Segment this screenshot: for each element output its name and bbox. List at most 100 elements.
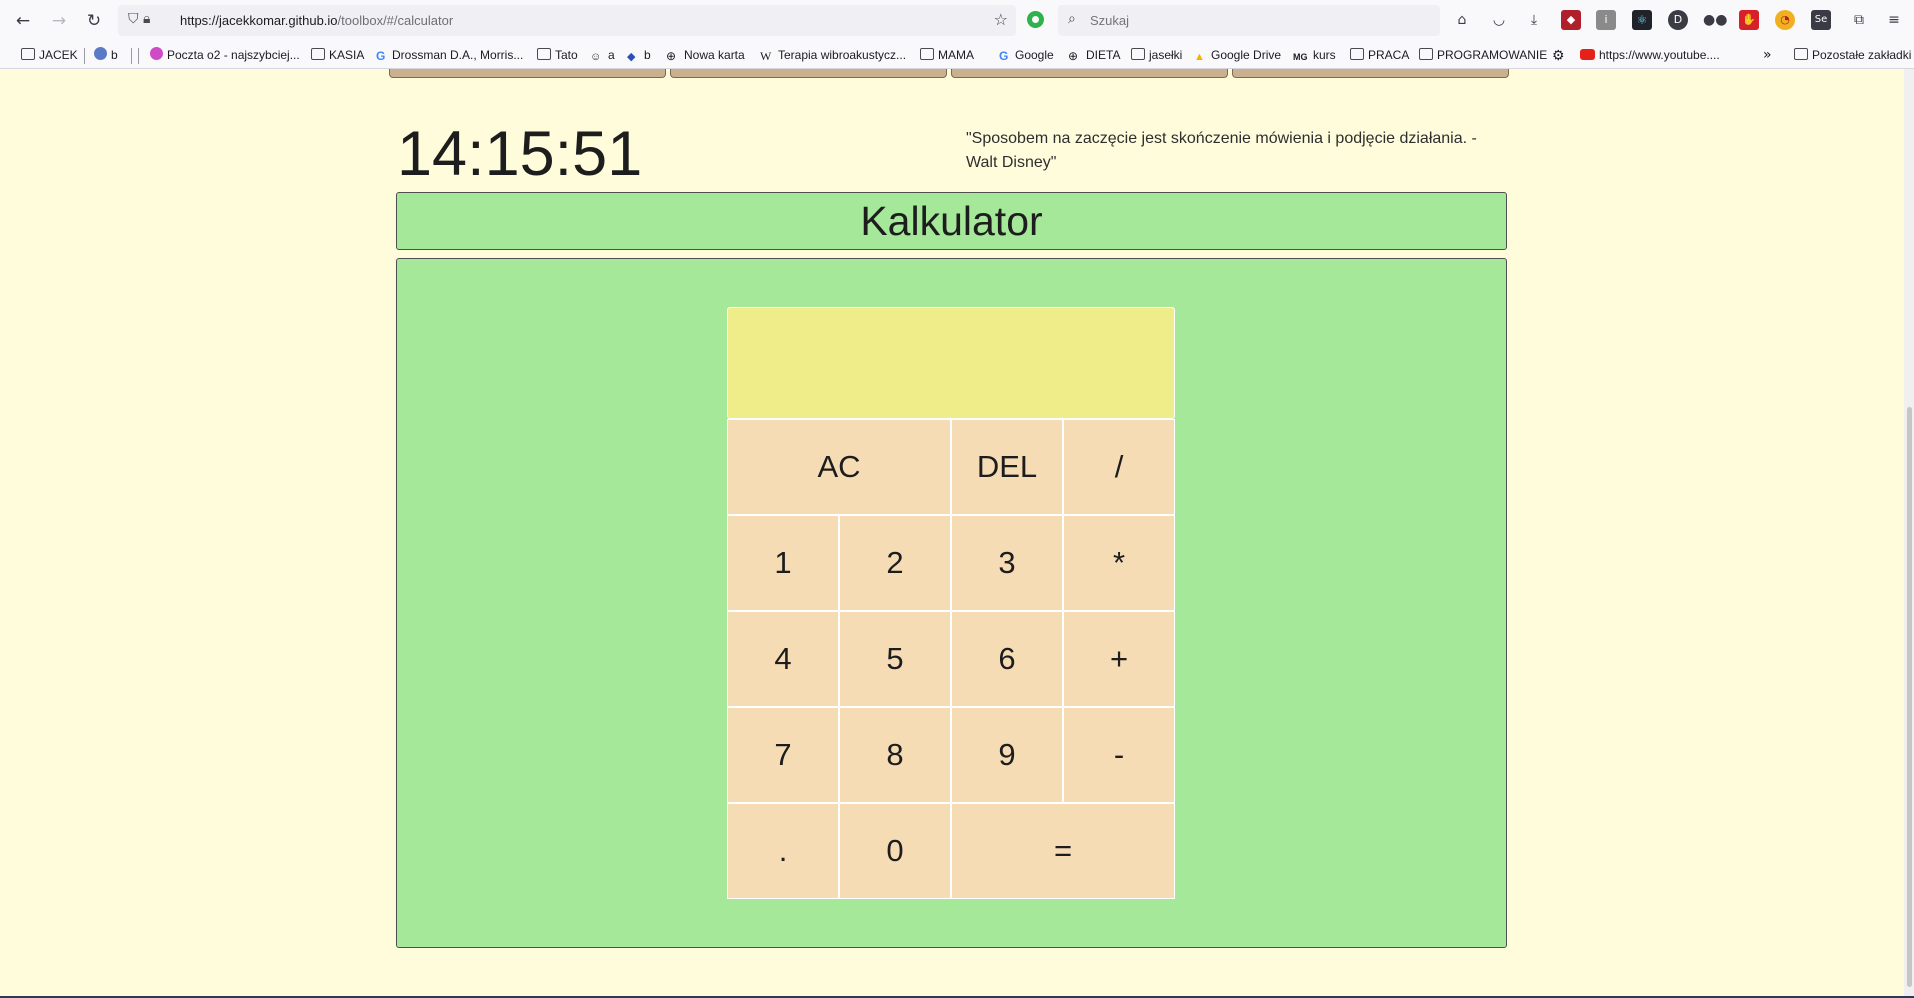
bookmark-b-2[interactable]: ◆ b bbox=[627, 46, 651, 64]
bookmark-google[interactable]: G Google bbox=[999, 46, 1054, 64]
clock: 14:15:51 bbox=[397, 119, 643, 189]
reload-icon[interactable]: ↻ bbox=[80, 8, 108, 34]
bookmark-nowa-karta[interactable]: ⊕ Nowa karta bbox=[666, 46, 745, 64]
folder-icon bbox=[1350, 48, 1364, 60]
calculator-display bbox=[727, 307, 1175, 419]
digit-8-button[interactable]: 8 bbox=[839, 707, 951, 803]
search-icon: ⌕ bbox=[1068, 11, 1076, 27]
page-scrollbar-thumb[interactable] bbox=[1907, 407, 1912, 987]
navigation-toolbar: ← → ↻ ⛉ 🔒︎ https://jacekkomar.github.io/… bbox=[0, 0, 1914, 41]
multiply-button[interactable]: * bbox=[1063, 515, 1175, 611]
home-icon[interactable]: ⌂ bbox=[1452, 10, 1472, 30]
globe-colored-icon bbox=[94, 47, 107, 60]
browser-chrome: ← → ↻ ⛉ 🔒︎ https://jacekkomar.github.io/… bbox=[0, 0, 1914, 69]
tracking-protection-icon[interactable]: ⛉ 🔒︎ bbox=[128, 11, 164, 31]
back-icon[interactable]: ← bbox=[9, 8, 37, 34]
folder-icon bbox=[311, 48, 325, 60]
url-text[interactable]: https://jacekkomar.github.io/toolbox/#/c… bbox=[180, 13, 453, 28]
google-icon: G bbox=[376, 49, 386, 63]
green-extension-icon[interactable] bbox=[1027, 11, 1044, 28]
nav-tab-bottom[interactable] bbox=[951, 69, 1228, 78]
digit-0-button[interactable]: 0 bbox=[839, 803, 951, 899]
glasses-icon[interactable]: ●● bbox=[1703, 10, 1727, 30]
bookmark-star-icon[interactable]: ☆ bbox=[994, 10, 1008, 29]
bookmark-separator bbox=[84, 48, 85, 64]
quote: "Sposobem na zaczęcie jest skończenie mó… bbox=[966, 130, 1477, 171]
diamond-icon: ◆ bbox=[627, 51, 636, 63]
o2-icon bbox=[150, 47, 163, 60]
bookmark-youtube[interactable]: https://www.youtube.... bbox=[1580, 46, 1720, 64]
youtube-icon bbox=[1580, 49, 1595, 60]
digit-6-button[interactable]: 6 bbox=[951, 611, 1063, 707]
bookmark-separator bbox=[131, 48, 132, 64]
bookmark-folder-jacek[interactable]: JACEK bbox=[21, 46, 78, 64]
digit-4-button[interactable]: 4 bbox=[727, 611, 839, 707]
timer-extension-icon[interactable]: ◔ bbox=[1775, 10, 1795, 30]
ublock-icon[interactable]: ◆ bbox=[1561, 10, 1581, 30]
folder-icon bbox=[1794, 48, 1808, 60]
google-icon: G bbox=[999, 49, 1009, 63]
page-title: Kalkulator bbox=[860, 198, 1043, 244]
reader-icon[interactable]: i bbox=[1596, 10, 1616, 30]
plus-button[interactable]: + bbox=[1063, 611, 1175, 707]
nav-tab-bottom[interactable] bbox=[670, 69, 947, 78]
nav-tab-bottom[interactable] bbox=[389, 69, 666, 78]
chevron-double-right-icon[interactable]: » bbox=[1763, 46, 1772, 64]
search-input[interactable] bbox=[1090, 13, 1390, 28]
bookmark-dieta[interactable]: ⊕ DIETA bbox=[1068, 46, 1120, 64]
divide-button[interactable]: / bbox=[1063, 419, 1175, 515]
bookmark-folder-jaselki[interactable]: jasełki bbox=[1131, 46, 1182, 64]
bookmarks-toolbar: JACEK b Poczta o2 - najszybciej... KASIA… bbox=[0, 41, 1914, 68]
bookmark-a[interactable]: ☺ a bbox=[590, 46, 615, 64]
digit-2-button[interactable]: 2 bbox=[839, 515, 951, 611]
minus-button[interactable]: - bbox=[1063, 707, 1175, 803]
bookmark-kurs[interactable]: MG kurs bbox=[1293, 46, 1336, 64]
folder-icon bbox=[1419, 48, 1433, 60]
folder-icon bbox=[21, 48, 35, 60]
bookmark-drossman[interactable]: G Drossman D.A., Morris... bbox=[376, 46, 523, 64]
pocket-icon[interactable]: ◡ bbox=[1489, 10, 1509, 30]
bookmark-other-bookmarks[interactable]: Pozostałe zakładki bbox=[1794, 46, 1911, 64]
folder-icon bbox=[537, 48, 551, 60]
bookmark-folder-programowanie[interactable]: PROGRAMOWANIE bbox=[1419, 46, 1547, 64]
decimal-point-button[interactable]: . bbox=[727, 803, 839, 899]
bookmark-folder-mama[interactable]: MAMA bbox=[920, 46, 974, 64]
bookmark-folder-kasia[interactable]: KASIA bbox=[311, 46, 364, 64]
bookmark-gear[interactable]: ⚙ bbox=[1552, 46, 1570, 64]
bookmark-folder-praca[interactable]: PRACA bbox=[1350, 46, 1409, 64]
digit-7-button[interactable]: 7 bbox=[727, 707, 839, 803]
url-bar[interactable]: ⛉ 🔒︎ https://jacekkomar.github.io/toolbo… bbox=[118, 5, 1016, 36]
equals-button[interactable]: = bbox=[951, 803, 1175, 899]
folder-icon bbox=[1131, 48, 1145, 60]
digit-3-button[interactable]: 3 bbox=[951, 515, 1063, 611]
del-button[interactable]: DEL bbox=[951, 419, 1063, 515]
gear-icon: ⚙ bbox=[1552, 47, 1565, 63]
digit-9-button[interactable]: 9 bbox=[951, 707, 1063, 803]
google-drive-icon: ▲ bbox=[1194, 51, 1205, 63]
search-bar[interactable]: ⌕ bbox=[1058, 5, 1440, 36]
nav-tab-bottom[interactable] bbox=[1232, 69, 1509, 78]
digit-1-button[interactable]: 1 bbox=[727, 515, 839, 611]
digit-5-button[interactable]: 5 bbox=[839, 611, 951, 707]
bookmark-separator bbox=[138, 48, 139, 64]
red-extension-icon[interactable]: ✋ bbox=[1739, 10, 1759, 30]
menu-icon[interactable]: ≡ bbox=[1884, 10, 1904, 30]
d-extension-icon[interactable]: D bbox=[1668, 10, 1688, 30]
ac-button[interactable]: AC bbox=[727, 419, 951, 515]
globe-icon: ⊕ bbox=[666, 49, 677, 63]
bookmark-poczta-o2[interactable]: Poczta o2 - najszybciej... bbox=[150, 46, 300, 64]
forward-icon[interactable]: → bbox=[45, 8, 73, 34]
bookmark-terapia[interactable]: W Terapia wibroakustycz... bbox=[760, 46, 906, 64]
bookmark-b-1[interactable]: b bbox=[94, 46, 118, 64]
mg-icon: MG bbox=[1293, 52, 1308, 62]
bookmark-google-drive[interactable]: ▲ Google Drive bbox=[1194, 46, 1281, 64]
react-devtools-icon[interactable]: ⚛ bbox=[1632, 10, 1652, 30]
bookmark-folder-tato[interactable]: Tato bbox=[537, 46, 578, 64]
face-icon: ☺ bbox=[590, 51, 602, 63]
extensions-icon[interactable]: ⧉ bbox=[1849, 10, 1869, 30]
folder-icon bbox=[920, 48, 934, 60]
page-title-box: Kalkulator bbox=[396, 192, 1507, 250]
download-icon[interactable]: ⤓ bbox=[1524, 10, 1544, 30]
selenium-icon[interactable]: Se bbox=[1811, 10, 1831, 30]
wikipedia-icon: W bbox=[760, 49, 772, 63]
